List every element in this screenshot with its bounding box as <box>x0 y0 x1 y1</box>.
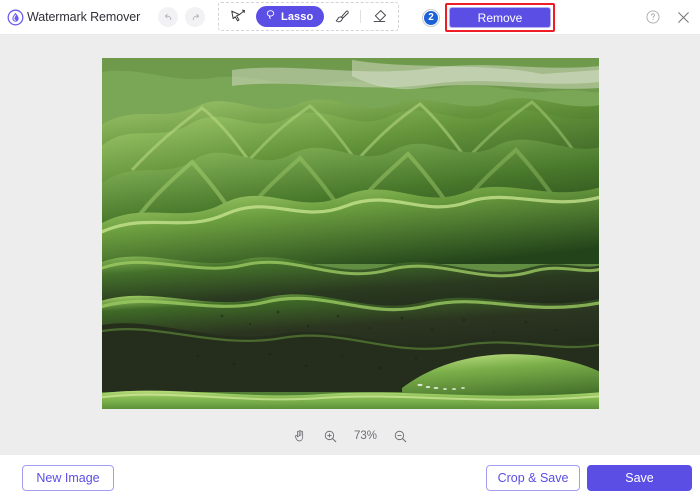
history-controls <box>158 7 206 27</box>
app-title: Watermark Remover <box>27 10 141 24</box>
watermark-remover-window: Watermark Remover Lasso 2 Remove 73% New… <box>0 0 700 500</box>
save-button[interactable]: Save <box>587 464 692 491</box>
brand: Watermark Remover <box>0 9 140 26</box>
step-badge: 2 <box>423 9 439 26</box>
question-circle-icon[interactable] <box>644 8 662 26</box>
zoom-out-icon[interactable] <box>392 427 410 445</box>
app-header: Watermark Remover Lasso 2 Remove <box>0 0 700 35</box>
photo-preview[interactable] <box>102 58 599 409</box>
tool-divider <box>360 10 362 23</box>
editor-canvas[interactable]: 73% <box>0 35 700 455</box>
redo-arrow-icon[interactable] <box>185 7 206 27</box>
crop-and-save-button[interactable]: Crop & Save <box>486 464 580 491</box>
lasso-tool[interactable]: Lasso <box>256 6 325 27</box>
new-image-button[interactable]: New Image <box>22 464 114 491</box>
zoom-level-label: 73% <box>353 430 378 442</box>
app-footer: New Image Crop & Save Save <box>0 455 700 500</box>
remove-button-highlight: Remove <box>445 3 555 32</box>
undo-arrow-icon[interactable] <box>158 7 179 27</box>
lasso-tool-label: Lasso <box>281 10 314 23</box>
zoom-in-icon[interactable] <box>322 427 340 445</box>
tool-group: Lasso <box>218 2 400 31</box>
lasso-loop-icon <box>264 8 277 26</box>
lasso-cursor-icon[interactable] <box>225 5 251 29</box>
remove-action-group: 2 Remove <box>423 3 555 32</box>
zoom-controls: 73% <box>0 427 700 445</box>
paint-brush-icon[interactable] <box>329 5 355 29</box>
close-x-icon[interactable] <box>674 8 692 26</box>
hand-pan-icon[interactable] <box>291 427 309 445</box>
water-drop-logo-icon <box>7 9 24 26</box>
eraser-icon[interactable] <box>366 5 392 29</box>
remove-button[interactable]: Remove <box>449 7 551 28</box>
header-right-controls <box>644 0 692 34</box>
